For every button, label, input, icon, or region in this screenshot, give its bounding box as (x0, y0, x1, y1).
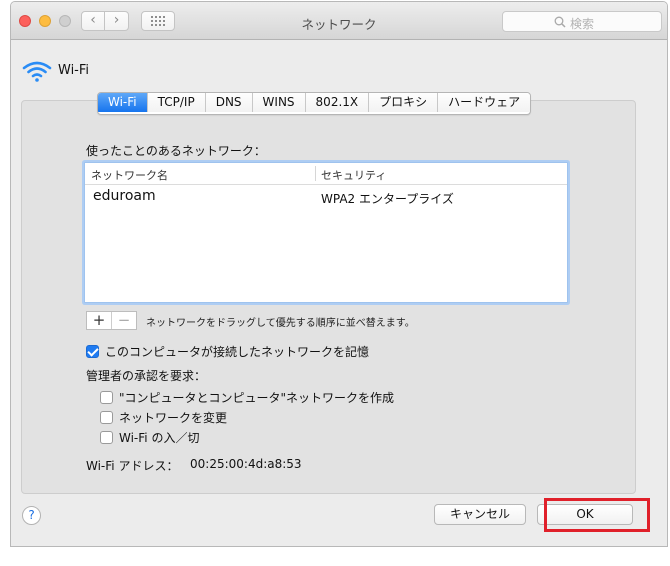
tab-hardware[interactable]: ハードウェア (437, 93, 531, 112)
ok-button-highlight-frame (544, 498, 650, 532)
admin-change-network-checkbox[interactable] (100, 411, 113, 424)
search-field[interactable]: 検索 (502, 11, 662, 32)
tab-wins[interactable]: WINS (251, 93, 305, 112)
cancel-button[interactable]: キャンセル (434, 504, 526, 525)
wifi-icon (22, 61, 52, 82)
tab-tcpip[interactable]: TCP/IP (146, 93, 205, 112)
add-network-button[interactable]: + (87, 312, 111, 329)
tab-bar: Wi-Fi TCP/IP DNS WINS 802.1X プロキシ ハードウェア (97, 92, 532, 115)
admin-wifi-toggle-label: Wi-Fi の入／切 (119, 431, 200, 445)
table-header: ネットワーク名 セキュリティ (85, 163, 567, 185)
tab-dns[interactable]: DNS (204, 93, 252, 112)
admin-create-computer-network-label: "コンピュータとコンピュータ"ネットワークを作成 (119, 391, 395, 405)
admin-wifi-toggle-checkbox[interactable] (100, 431, 113, 444)
drag-hint-text: ネットワークをドラッグして優先する順序に並べ替えます。 (146, 318, 415, 329)
remove-network-button[interactable]: − (111, 312, 136, 329)
add-remove-control: + − (86, 311, 137, 330)
tab-proxy[interactable]: プロキシ (368, 93, 438, 112)
column-header-name[interactable]: ネットワーク名 (91, 167, 168, 183)
network-security-cell: WPA2 エンタープライズ (321, 192, 454, 206)
table-row[interactable]: eduroam WPA2 エンタープライズ (85, 185, 567, 207)
network-name-cell: eduroam (93, 188, 156, 204)
tab-wifi[interactable]: Wi-Fi (98, 93, 147, 112)
admin-create-computer-network-checkbox[interactable] (100, 391, 113, 404)
help-button[interactable]: ? (22, 506, 41, 525)
admin-approval-label: 管理者の承認を要求： (86, 369, 207, 383)
search-placeholder: 検索 (570, 17, 595, 31)
known-networks-table[interactable]: ネットワーク名 セキュリティ eduroam WPA2 エンタープライズ (84, 162, 568, 303)
wifi-address-value: 00:25:00:4d:a8:53 (190, 457, 302, 471)
admin-create-computer-network-option[interactable]: "コンピュータとコンピュータ"ネットワークを作成 (100, 389, 394, 406)
remember-networks-label: このコンピュータが接続したネットワークを記憶 (105, 345, 370, 359)
title-bar: ‹ › ネットワーク 検索 (11, 2, 667, 40)
interface-title: Wi-Fi (58, 63, 90, 78)
column-header-security[interactable]: セキュリティ (321, 167, 386, 183)
admin-change-network-label: ネットワークを変更 (119, 411, 228, 425)
admin-wifi-toggle-option[interactable]: Wi-Fi の入／切 (100, 429, 199, 446)
search-icon (554, 16, 566, 28)
tab-8021x[interactable]: 802.1X (304, 93, 369, 112)
remember-networks-checkbox[interactable] (86, 345, 99, 358)
question-mark-icon: ? (28, 508, 35, 522)
admin-change-network-option[interactable]: ネットワークを変更 (100, 409, 227, 426)
known-networks-label: 使ったことのあるネットワーク： (86, 144, 266, 158)
column-divider (315, 166, 316, 181)
wifi-address-label: Wi-Fi アドレス： (86, 459, 179, 473)
remember-networks-option[interactable]: このコンピュータが接続したネットワークを記憶 (86, 343, 369, 360)
